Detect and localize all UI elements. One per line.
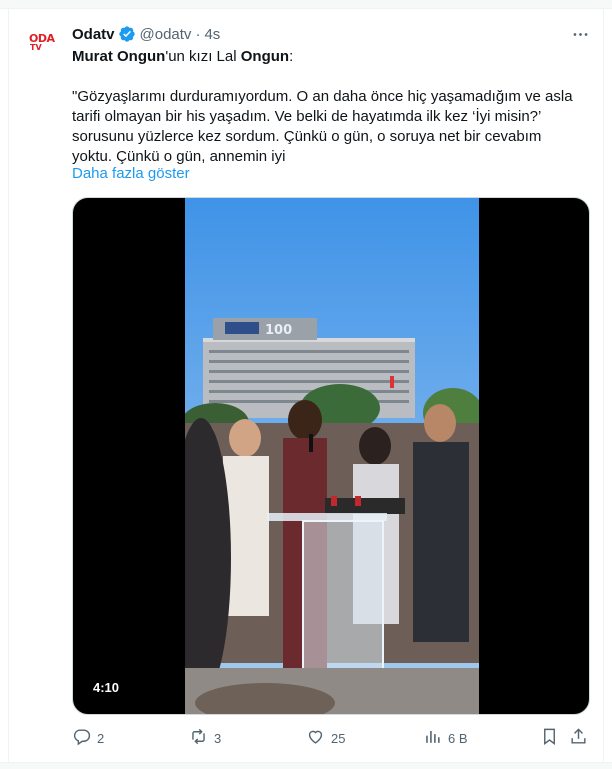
frame-right [603, 9, 604, 762]
frame-top [0, 0, 612, 9]
reply-button[interactable]: 2 [72, 726, 104, 750]
text-colon: : [289, 48, 294, 65]
quote-line-2: tarifi olmayan bir his yaşadım. Ve belki… [72, 108, 542, 125]
mention-name-ongun: Ongun [240, 48, 290, 65]
display-name[interactable]: Odatv [72, 26, 115, 43]
reply-count: 2 [97, 730, 105, 746]
views-count: 6 B [448, 730, 468, 746]
more-options-icon[interactable] [568, 24, 592, 44]
reply-icon [72, 727, 91, 749]
heart-icon [306, 727, 325, 749]
tweet-first-line: Murat Ongun'un kızı Lal Ongun: [72, 47, 592, 67]
text-mid: 'un kızı Lal [165, 48, 241, 65]
like-count: 25 [331, 730, 346, 746]
video-duration: 4:10 [85, 677, 128, 699]
show-more-link[interactable]: Daha fazla göster [72, 164, 190, 184]
tweet-text: Murat Ongun'un kızı Lal Ongun: "Gözyaşla… [72, 47, 592, 167]
views-button[interactable]: 6 B [423, 726, 468, 750]
odatv-logo: ODA TV [29, 33, 55, 52]
building-sign-text: 100 [265, 323, 292, 338]
like-button[interactable]: 25 [306, 726, 345, 750]
video-player[interactable]: 100 4:10 [72, 197, 590, 715]
share-button[interactable] [569, 726, 588, 750]
timestamp[interactable]: 4s [204, 26, 220, 43]
tweet-header: Odatv @odatv · 4s [72, 24, 220, 44]
video-scene: 100 [185, 198, 479, 714]
repost-button[interactable]: 3 [189, 726, 221, 750]
separator-dot: · [195, 25, 201, 43]
bookmark-button[interactable] [540, 726, 559, 750]
logo-text-tv: TV [30, 43, 42, 52]
repost-icon [189, 727, 208, 749]
repost-count: 3 [214, 730, 222, 746]
avatar[interactable]: ODA TV [24, 24, 64, 64]
handle[interactable]: @odatv [140, 26, 192, 43]
action-bar: 2 3 25 6 B [72, 726, 592, 750]
mention-name-murat: Murat Ongun [72, 48, 166, 65]
quote-line-3: sorusunu yüzlerce kez sordum. Çünkü o gü… [72, 128, 542, 145]
share-icon [569, 727, 588, 749]
video-thumbnail[interactable]: 100 [185, 198, 479, 714]
bookmark-icon [540, 727, 559, 749]
analytics-icon [423, 727, 442, 749]
frame-left [8, 9, 9, 762]
quote-line-1: "Gözyaşlarımı durduramıyordum. O an daha… [72, 88, 573, 105]
verified-badge-icon [118, 25, 136, 43]
